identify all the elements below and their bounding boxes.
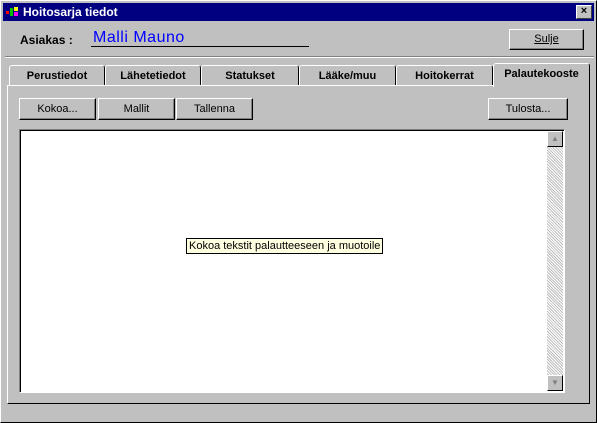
tab-label: Lääke/muu xyxy=(318,70,377,82)
tab-laake-muu[interactable]: Lääke/muu xyxy=(299,65,396,85)
tab-palautekooste[interactable]: Palautekooste xyxy=(493,63,590,87)
customer-name-field: Malli Mauno xyxy=(91,28,309,47)
tab-hoitokerrat[interactable]: Hoitokerrat xyxy=(396,65,493,85)
customer-label: Asiakas : xyxy=(20,33,73,47)
vertical-scrollbar[interactable]: ▲ ▼ xyxy=(547,131,563,391)
tab-label: Hoitokerrat xyxy=(415,70,474,82)
app-icon xyxy=(6,7,18,16)
close-dialog-button[interactable]: Sulje xyxy=(509,29,584,50)
scroll-up-icon[interactable]: ▲ xyxy=(547,131,563,147)
print-label: Tulosta... xyxy=(505,103,551,115)
tab-statukset[interactable]: Statukset xyxy=(201,65,299,85)
scroll-down-icon[interactable]: ▼ xyxy=(547,375,563,391)
templates-label: Mallit xyxy=(123,103,150,115)
save-label: Tallenna xyxy=(194,103,235,115)
tooltip: Kokoa tekstit palautteeseen ja muotoile xyxy=(186,238,384,254)
window-title: Hoitosarja tiedot xyxy=(23,5,118,19)
tab-label: Palautekooste xyxy=(504,68,579,80)
feedback-editor[interactable]: ▲ ▼ xyxy=(19,129,565,393)
print-button[interactable]: Tulosta... xyxy=(488,98,568,120)
collect-label: Kokoa... xyxy=(37,103,78,115)
tab-label: Perustiedot xyxy=(26,70,88,82)
customer-name: Malli Mauno xyxy=(93,29,185,46)
tab-perustiedot[interactable]: Perustiedot xyxy=(9,65,105,85)
save-button[interactable]: Tallenna xyxy=(176,98,253,120)
tab-lahetetiedot[interactable]: Lähetetiedot xyxy=(105,65,201,85)
tab-label: Statukset xyxy=(225,70,275,82)
title-bar: Hoitosarja tiedot × xyxy=(3,3,594,21)
close-window-button[interactable]: × xyxy=(576,5,592,19)
tab-label: Lähetetiedot xyxy=(120,70,186,82)
header-separator xyxy=(5,56,594,58)
templates-button[interactable]: Mallit xyxy=(98,98,175,120)
collect-button[interactable]: Kokoa... xyxy=(19,98,96,120)
app-window: Hoitosarja tiedot × Asiakas : Malli Maun… xyxy=(0,0,597,423)
close-icon: × xyxy=(580,5,588,17)
close-dialog-label: Sulje xyxy=(534,33,559,45)
